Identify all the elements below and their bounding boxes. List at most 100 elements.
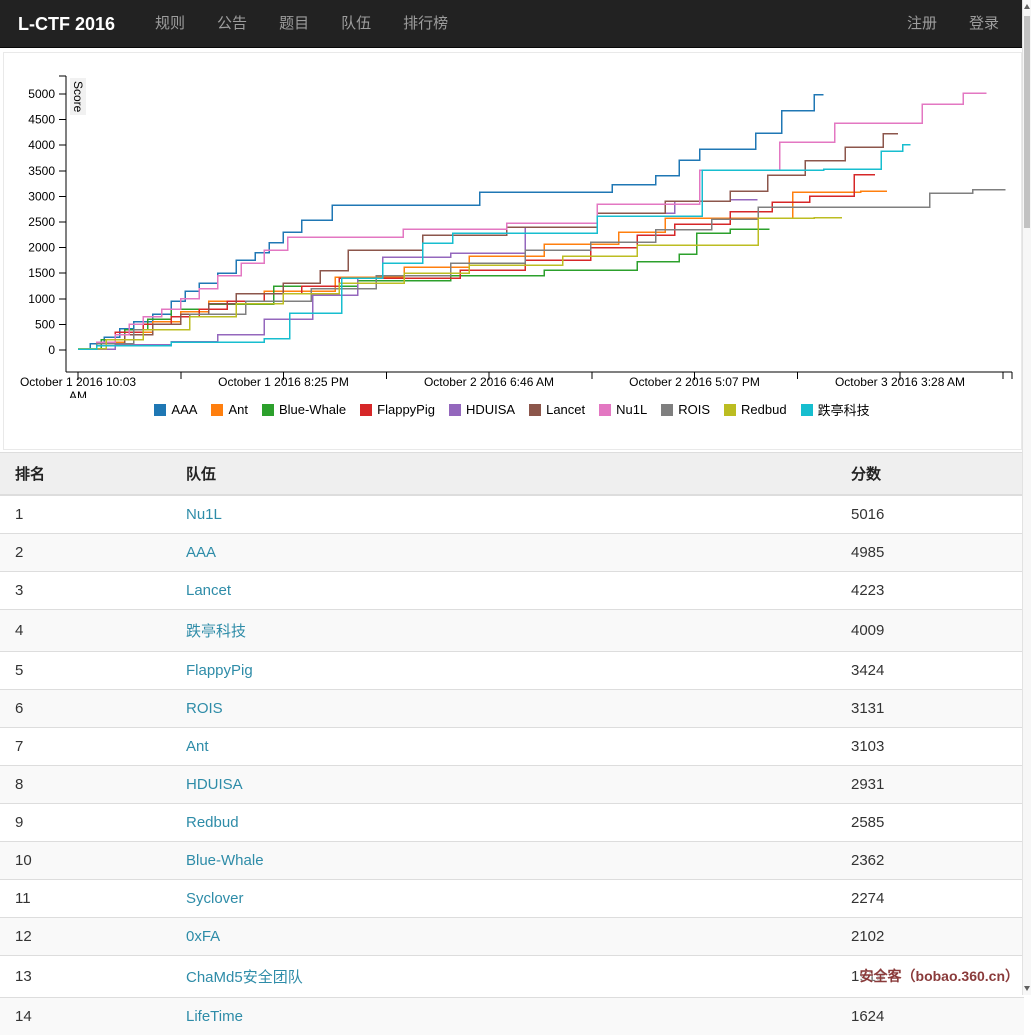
nav-link-3[interactable]: 题目 <box>263 0 325 47</box>
team-link[interactable]: Nu1L <box>186 506 222 523</box>
series-line-HDUISA <box>78 200 757 349</box>
rank-cell: 11 <box>0 880 171 918</box>
legend-item-Nu1L[interactable]: Nu1L <box>599 402 647 417</box>
score-cell: 2274 <box>836 880 1024 918</box>
brand-link[interactable]: L-CTF 2016 <box>0 0 129 47</box>
table-row: 10Blue-Whale2362 <box>0 842 1024 880</box>
rank-cell: 7 <box>0 728 171 766</box>
rank-cell: 9 <box>0 804 171 842</box>
rank-cell: 14 <box>0 998 171 1035</box>
y-tick-label: 4000 <box>28 138 55 152</box>
legend-swatch-icon <box>449 404 461 416</box>
nav-link-1[interactable]: 规则 <box>139 0 201 47</box>
rank-cell: 6 <box>0 690 171 728</box>
legend-item-Redbud[interactable]: Redbud <box>724 402 787 417</box>
nav-link-2[interactable]: 公告 <box>201 0 263 47</box>
nav-right-link-2[interactable]: 登录 <box>953 0 1015 47</box>
column-header-1: 排名 <box>0 453 171 496</box>
legend-item-Blue-Whale[interactable]: Blue-Whale <box>262 402 346 417</box>
nav-link-4[interactable]: 队伍 <box>325 0 387 47</box>
scrollbar-thumb[interactable] <box>1024 16 1030 228</box>
navbar: L-CTF 2016 规则公告题目队伍排行榜 注册登录 <box>0 0 1031 48</box>
team-cell: HDUISA <box>171 766 836 804</box>
team-cell: Syclover <box>171 880 836 918</box>
team-link[interactable]: Redbud <box>186 814 239 831</box>
legend-item-HDUISA[interactable]: HDUISA <box>449 402 515 417</box>
chart-legend: AAA Ant Blue-Whale FlappyPig HDUISA Lancet Nu1… <box>0 400 1024 419</box>
scrollbar-up-arrow-icon[interactable] <box>1023 0 1031 14</box>
legend-item-Ant[interactable]: Ant <box>211 402 248 417</box>
team-cell: Lancet <box>171 572 836 610</box>
score-cell: 4223 <box>836 572 1024 610</box>
y-tick-label: 1500 <box>28 266 55 280</box>
legend-swatch-icon <box>661 404 673 416</box>
team-link[interactable]: ROIS <box>186 700 223 717</box>
nav-link-5[interactable]: 排行榜 <box>387 0 464 47</box>
y-tick-label: 3000 <box>28 189 55 203</box>
legend-label: HDUISA <box>466 402 515 417</box>
y-tick-label: 2000 <box>28 241 55 255</box>
team-link[interactable]: Syclover <box>186 890 244 907</box>
nav-right-link-1[interactable]: 注册 <box>891 0 953 47</box>
y-tick-label: 5000 <box>28 87 55 101</box>
y-tick-label: 0 <box>48 343 55 357</box>
score-cell: 2102 <box>836 918 1024 956</box>
legend-item-ROIS[interactable]: ROIS <box>661 402 710 417</box>
team-cell: Nu1L <box>171 495 836 534</box>
column-header-2: 队伍 <box>171 453 836 496</box>
rank-cell: 1 <box>0 495 171 534</box>
legend-swatch-icon <box>599 404 611 416</box>
team-link[interactable]: 0xFA <box>186 928 220 945</box>
score-cell: 4985 <box>836 534 1024 572</box>
legend-item-跌亭科技[interactable]: 跌亭科技 <box>801 400 870 419</box>
team-link[interactable]: ChaMd5安全团队 <box>186 969 303 986</box>
table-row: 5FlappyPig3424 <box>0 652 1024 690</box>
team-link[interactable]: LifeTime <box>186 1008 243 1025</box>
team-cell: LifeTime <box>171 998 836 1035</box>
table-row: 1Nu1L5016 <box>0 495 1024 534</box>
team-link[interactable]: FlappyPig <box>186 662 253 679</box>
team-link[interactable]: HDUISA <box>186 776 243 793</box>
table-row: 4跌亭科技4009 <box>0 610 1024 652</box>
team-link[interactable]: 跌亭科技 <box>186 623 246 640</box>
legend-item-AAA[interactable]: AAA <box>154 402 197 417</box>
legend-swatch-icon <box>360 404 372 416</box>
x-tick-label: October 1 2016 10:03 <box>20 375 136 389</box>
legend-swatch-icon <box>154 404 166 416</box>
team-link[interactable]: Lancet <box>186 582 231 599</box>
x-tick-label: October 2 2016 5:07 PM <box>629 375 760 389</box>
score-cell: 1624 <box>836 998 1024 1035</box>
legend-item-Lancet[interactable]: Lancet <box>529 402 585 417</box>
team-cell: Ant <box>171 728 836 766</box>
watermark: 安全客（bobao.360.cn） <box>860 966 1019 986</box>
rank-cell: 2 <box>0 534 171 572</box>
series-line-Nu1L <box>78 93 987 348</box>
legend-label: Lancet <box>546 402 585 417</box>
scrollbar[interactable] <box>1022 0 1031 995</box>
legend-swatch-icon <box>211 404 223 416</box>
legend-swatch-icon <box>529 404 541 416</box>
rank-cell: 4 <box>0 610 171 652</box>
team-link[interactable]: Blue-Whale <box>186 852 264 869</box>
team-cell: 0xFA <box>171 918 836 956</box>
scrollbar-down-arrow-icon[interactable] <box>1023 981 1031 995</box>
team-link[interactable]: AAA <box>186 544 216 561</box>
table-header-row: 排名队伍分数 <box>0 453 1024 496</box>
nav-links: 规则公告题目队伍排行榜 <box>139 0 464 47</box>
score-cell: 3424 <box>836 652 1024 690</box>
y-tick-label: 500 <box>35 317 55 331</box>
ranking-table: 排名队伍分数 1Nu1L50162AAA49853Lancet42234跌亭科技… <box>0 452 1024 1035</box>
table-row: 11 Syclover 2274 <box>0 880 1024 918</box>
rank-cell: 3 <box>0 572 171 610</box>
y-tick-label: 3500 <box>28 164 55 178</box>
rank-cell: 10 <box>0 842 171 880</box>
legend-label: ROIS <box>678 402 710 417</box>
y-tick-label: 1000 <box>28 292 55 306</box>
legend-item-FlappyPig[interactable]: FlappyPig <box>360 402 435 417</box>
team-cell: Redbud <box>171 804 836 842</box>
x-tick-label: October 1 2016 8:25 PM <box>218 375 349 389</box>
legend-swatch-icon <box>724 404 736 416</box>
team-cell: ChaMd5安全团队 <box>171 956 836 998</box>
team-cell: ROIS <box>171 690 836 728</box>
team-link[interactable]: Ant <box>186 738 209 755</box>
